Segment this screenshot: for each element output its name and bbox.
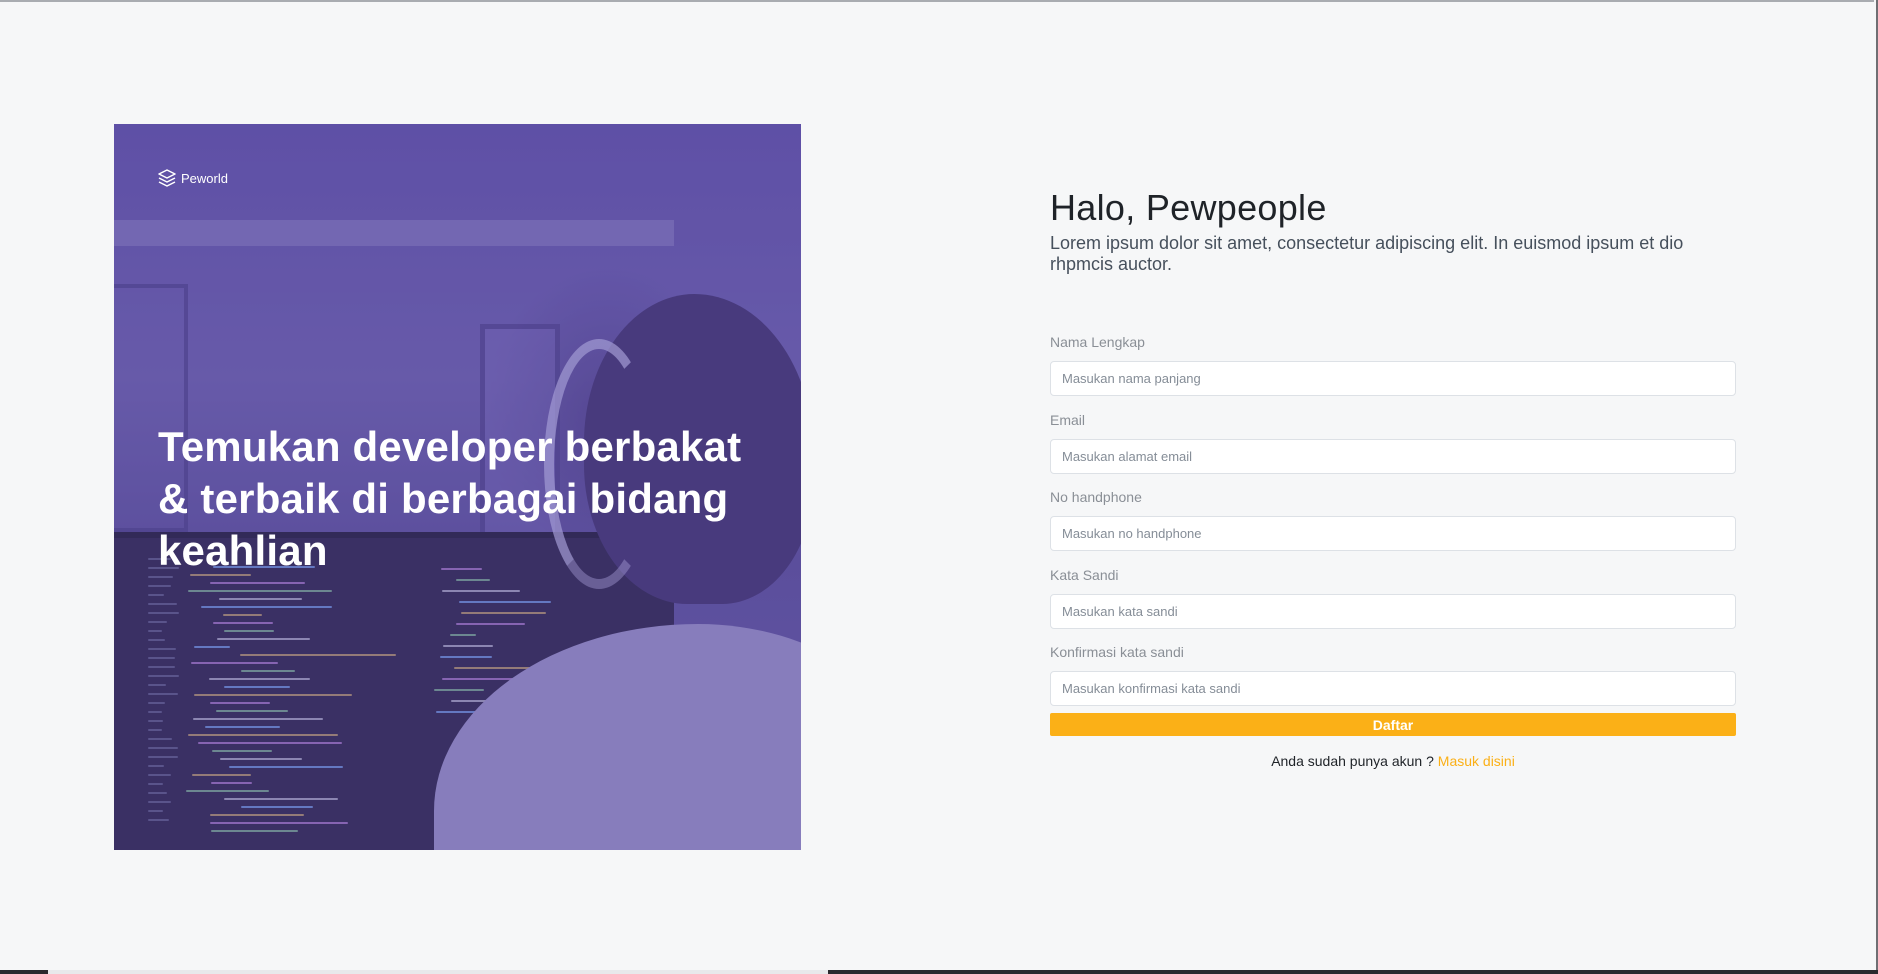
form-title: Halo, Pewpeople: [1050, 187, 1327, 228]
full-name-input[interactable]: [1050, 361, 1736, 396]
window-bottom-edge: [0, 970, 1878, 974]
hero-headline: Temukan developer berbakat & terbaik di …: [158, 423, 742, 574]
field-phone: No handphone: [1050, 487, 1736, 551]
login-prompt-text: Anda sudah punya akun ?: [1271, 753, 1434, 769]
password-input[interactable]: [1050, 594, 1736, 629]
field-full-name: Nama Lengkap: [1050, 332, 1736, 396]
window-top-edge: [0, 0, 1874, 2]
register-button[interactable]: Daftar: [1050, 713, 1736, 736]
login-link[interactable]: Masuk disini: [1438, 753, 1515, 769]
field-password: Kata Sandi: [1050, 565, 1736, 629]
layers-icon: [158, 169, 176, 188]
phone-input[interactable]: [1050, 516, 1736, 551]
email-input[interactable]: [1050, 439, 1736, 474]
hero-panel: Peworld Temukan developer berbakat & ter…: [114, 124, 801, 850]
full-name-label: Nama Lengkap: [1050, 334, 1145, 350]
field-email: Email: [1050, 410, 1736, 474]
brand-name: Peworld: [181, 171, 228, 186]
password-label: Kata Sandi: [1050, 567, 1119, 583]
field-confirm-password: Konfirmasi kata sandi: [1050, 642, 1736, 706]
register-form: Halo, Pewpeople Lorem ipsum dolor sit am…: [1050, 185, 1736, 769]
phone-label: No handphone: [1050, 489, 1142, 505]
brand-logo: Peworld: [158, 169, 228, 188]
confirm-password-input[interactable]: [1050, 671, 1736, 706]
confirm-password-label: Konfirmasi kata sandi: [1050, 644, 1184, 660]
email-label: Email: [1050, 412, 1086, 428]
form-subtitle: Lorem ipsum dolor sit amet, consectetur …: [1050, 233, 1684, 274]
login-prompt-row: Anda sudah punya akun ? Masuk disini: [1050, 753, 1736, 769]
